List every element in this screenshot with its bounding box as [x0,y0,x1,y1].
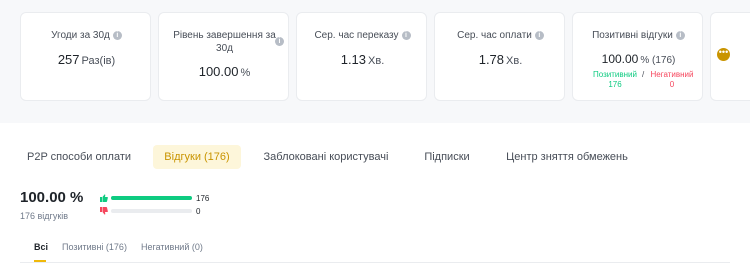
trades-label: Угоди за 30д i [21,29,152,42]
negative-count: 0 [196,207,201,216]
info-icon[interactable]: i [675,31,685,40]
subtab-negative[interactable]: Негативний (0) [141,242,203,252]
feedback-value: 100.00% (176) [601,52,676,66]
tab-reviews[interactable]: Відгуки (176) [153,145,241,169]
transfer-time-value: 1.13 Хв. [340,52,385,67]
positive-summary: Позитивний 176 [593,70,637,89]
info-icon[interactable]: i [401,31,411,40]
positive-bar [111,196,192,200]
pay-time-value: 1.78 Хв. [478,52,523,67]
tab-restriction-center[interactable]: Центр зняття обмежень [499,145,635,169]
feedback-separator: / [642,70,645,79]
transfer-time-label: Сер. час переказу i [297,29,428,42]
feedback-card: Позитивні відгуки i 100.00% (176) Позитив… [572,12,703,101]
positive-count: 176 [196,194,210,203]
feedback-label: Позитивні відгуки i [573,29,704,42]
pay-time-card: Сер. час оплати i 1.78 Хв. [434,12,565,101]
completion-value: 100.00% [198,64,251,79]
thumb-up-icon [100,194,108,202]
divider [20,262,730,263]
transfer-time-card: Сер. час переказу i 1.13 Хв. [296,12,427,101]
partial-card [710,12,750,101]
tab-blocked-users[interactable]: Заблоковані користувачі [258,145,394,169]
reviews-percent: 100.00 % [20,189,84,206]
stats-band: Угоди за 30д i 257 Раз(ів) Рівень завершен… [0,0,750,123]
tab-subscriptions[interactable]: Підписки [415,145,479,169]
more-icon[interactable]: ••• [717,48,730,61]
negative-bar [111,209,192,213]
subtab-all[interactable]: Всі [34,242,48,252]
info-icon[interactable]: i [275,37,284,46]
subtab-positive[interactable]: Позитивні (176) [62,242,127,252]
tab-payment-methods[interactable]: P2P способи оплати [20,145,138,169]
trades-card: Угоди за 30д i 257 Раз(ів) [20,12,151,101]
completion-card: Рівень завершення за i 30д 100.00% [158,12,289,101]
reviews-count: 176 відгуків [20,211,69,221]
negative-summary: Негативний 0 [650,70,694,89]
info-icon[interactable]: i [534,31,544,40]
pay-time-label: Сер. час оплати i [435,29,566,42]
trades-value: 257 Раз(ів) [57,52,116,67]
completion-label: Рівень завершення за i 30д [169,29,284,55]
positive-bar-fill [111,196,192,200]
thumb-down-icon [100,207,108,215]
info-icon[interactable]: i [112,31,122,40]
